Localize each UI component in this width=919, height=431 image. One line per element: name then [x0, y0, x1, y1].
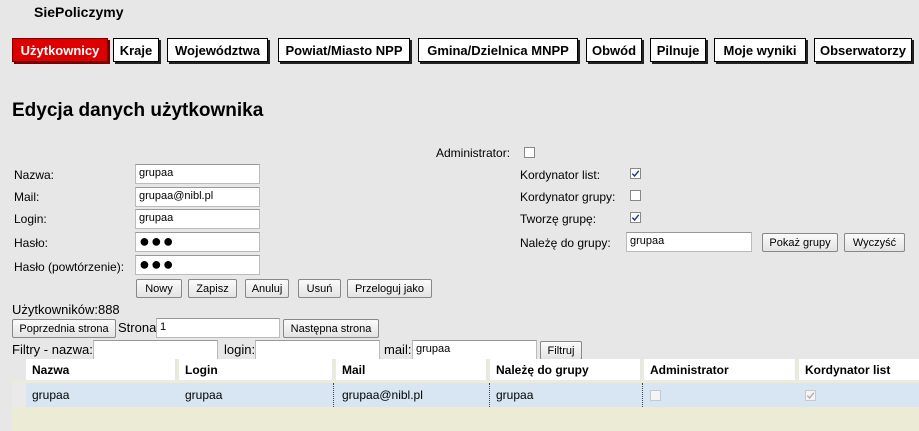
th-naleze-do-grupy[interactable]: Należę do grupy — [490, 359, 642, 380]
filtruj-button[interactable]: Filtruj — [540, 341, 582, 360]
filter-login-label: login: — [224, 342, 256, 357]
filter-mail-input[interactable]: grupaa — [412, 340, 537, 360]
kordynator-list-checkbox[interactable] — [630, 168, 641, 179]
th-nazwa[interactable]: Nazwa — [26, 359, 177, 380]
table-corner — [12, 359, 26, 380]
page-label: Strona — [118, 320, 157, 335]
tab-uzytkownicy[interactable]: Użytkownicy — [12, 38, 108, 62]
anuluj-button[interactable]: Anuluj — [245, 279, 289, 298]
cell-nazwa: grupaa — [32, 388, 70, 402]
przeloguj-jako-button[interactable]: Przeloguj jako — [347, 279, 432, 298]
haslo-powtorzenie-input[interactable]: ●●● — [135, 255, 260, 275]
zapisz-button[interactable]: Zapisz — [188, 279, 237, 298]
column-divider — [489, 383, 490, 407]
cell-administrator — [644, 383, 797, 407]
cell-mail: grupaa@nibl.pl — [342, 388, 423, 402]
th-administrator[interactable]: Administrator — [644, 359, 797, 380]
filter-login-input[interactable] — [255, 340, 380, 360]
prev-page-button[interactable]: Poprzednia strona — [12, 319, 116, 338]
page-title: Edycja danych użytkownika — [12, 100, 264, 121]
next-page-button[interactable]: Następna strona — [283, 319, 379, 338]
administrator-cell-checkbox — [650, 389, 661, 401]
tab-obserwatorzy[interactable]: Obserwatorzy — [814, 38, 912, 62]
cell-login: grupaa — [185, 388, 223, 402]
haslo-powtorzenie-label: Hasło (powtórzenie): — [14, 260, 125, 274]
wyczysc-button[interactable]: Wyczyść — [844, 233, 905, 252]
nowy-button[interactable]: Nowy — [136, 279, 182, 298]
checkmark-icon — [806, 391, 815, 399]
user-count: Użytkowników:888 — [12, 302, 120, 317]
column-divider — [642, 383, 643, 407]
kordynator-grupy-label: Kordynator grupy: — [520, 190, 616, 204]
tab-kraje[interactable]: Kraje — [113, 38, 159, 62]
th-kordynator-list[interactable]: Kordynator list — [799, 359, 919, 380]
cell-kordynator-list — [799, 383, 919, 407]
mail-label: Mail: — [14, 190, 40, 204]
tab-wojewodztwa[interactable]: Województwa — [167, 38, 268, 62]
page-input[interactable]: 1 — [156, 318, 280, 338]
cell-grupa: grupaa — [496, 388, 534, 402]
mail-input[interactable]: grupaa@nibl.pl — [135, 187, 260, 207]
administrator-checkbox[interactable] — [524, 147, 535, 158]
kordynator-grupy-checkbox[interactable] — [630, 190, 641, 201]
tworze-grupe-checkbox[interactable] — [630, 212, 641, 223]
users-table: Nazwa Login Mail Należę do grupy Adminis… — [12, 359, 919, 431]
tab-gmina[interactable]: Gmina/Dzielnica MNPP — [418, 38, 578, 62]
th-mail[interactable]: Mail — [336, 359, 488, 380]
filter-nazwa-label: Filtry - nazwa: — [12, 342, 93, 357]
tab-pilnuje[interactable]: Pilnuje — [650, 38, 706, 62]
login-input[interactable]: grupaa — [135, 209, 260, 229]
filter-mail-label: mail: — [384, 342, 412, 357]
kordynator-list-cell-checkbox — [805, 389, 816, 401]
tab-obwod[interactable]: Obwód — [586, 38, 642, 62]
app-title: SiePoliczymy — [34, 4, 124, 20]
login-label: Login: — [14, 212, 47, 226]
column-divider — [333, 383, 334, 407]
usun-button[interactable]: Usuń — [298, 279, 341, 298]
tworze-grupe-label: Tworzę grupę: — [520, 212, 597, 226]
naleze-do-grupy-label: Należę do grupy: — [520, 236, 611, 250]
kordynator-list-label: Kordynator list: — [520, 168, 601, 182]
th-login[interactable]: Login — [179, 359, 334, 380]
pokaz-grupy-button[interactable]: Pokaż grupy — [762, 233, 838, 252]
checkmark-icon — [631, 170, 640, 178]
table-row[interactable]: grupaa grupaa grupaa@nibl.pl grupaa — [12, 383, 919, 407]
row-selector[interactable] — [12, 383, 26, 407]
checkmark-icon — [631, 214, 640, 222]
haslo-label: Hasło: — [14, 236, 49, 250]
haslo-input[interactable]: ●●● — [135, 232, 260, 252]
nazwa-label: Nazwa: — [14, 168, 55, 182]
administrator-label: Administrator: — [436, 146, 511, 160]
naleze-do-grupy-input[interactable]: grupaa — [626, 232, 752, 252]
tab-moje-wyniki[interactable]: Moje wyniki — [714, 38, 806, 62]
tab-powiat[interactable]: Powiat/Miasto NPP — [278, 38, 410, 62]
nazwa-input[interactable]: grupaa — [135, 164, 260, 184]
filter-nazwa-input[interactable] — [93, 340, 218, 360]
